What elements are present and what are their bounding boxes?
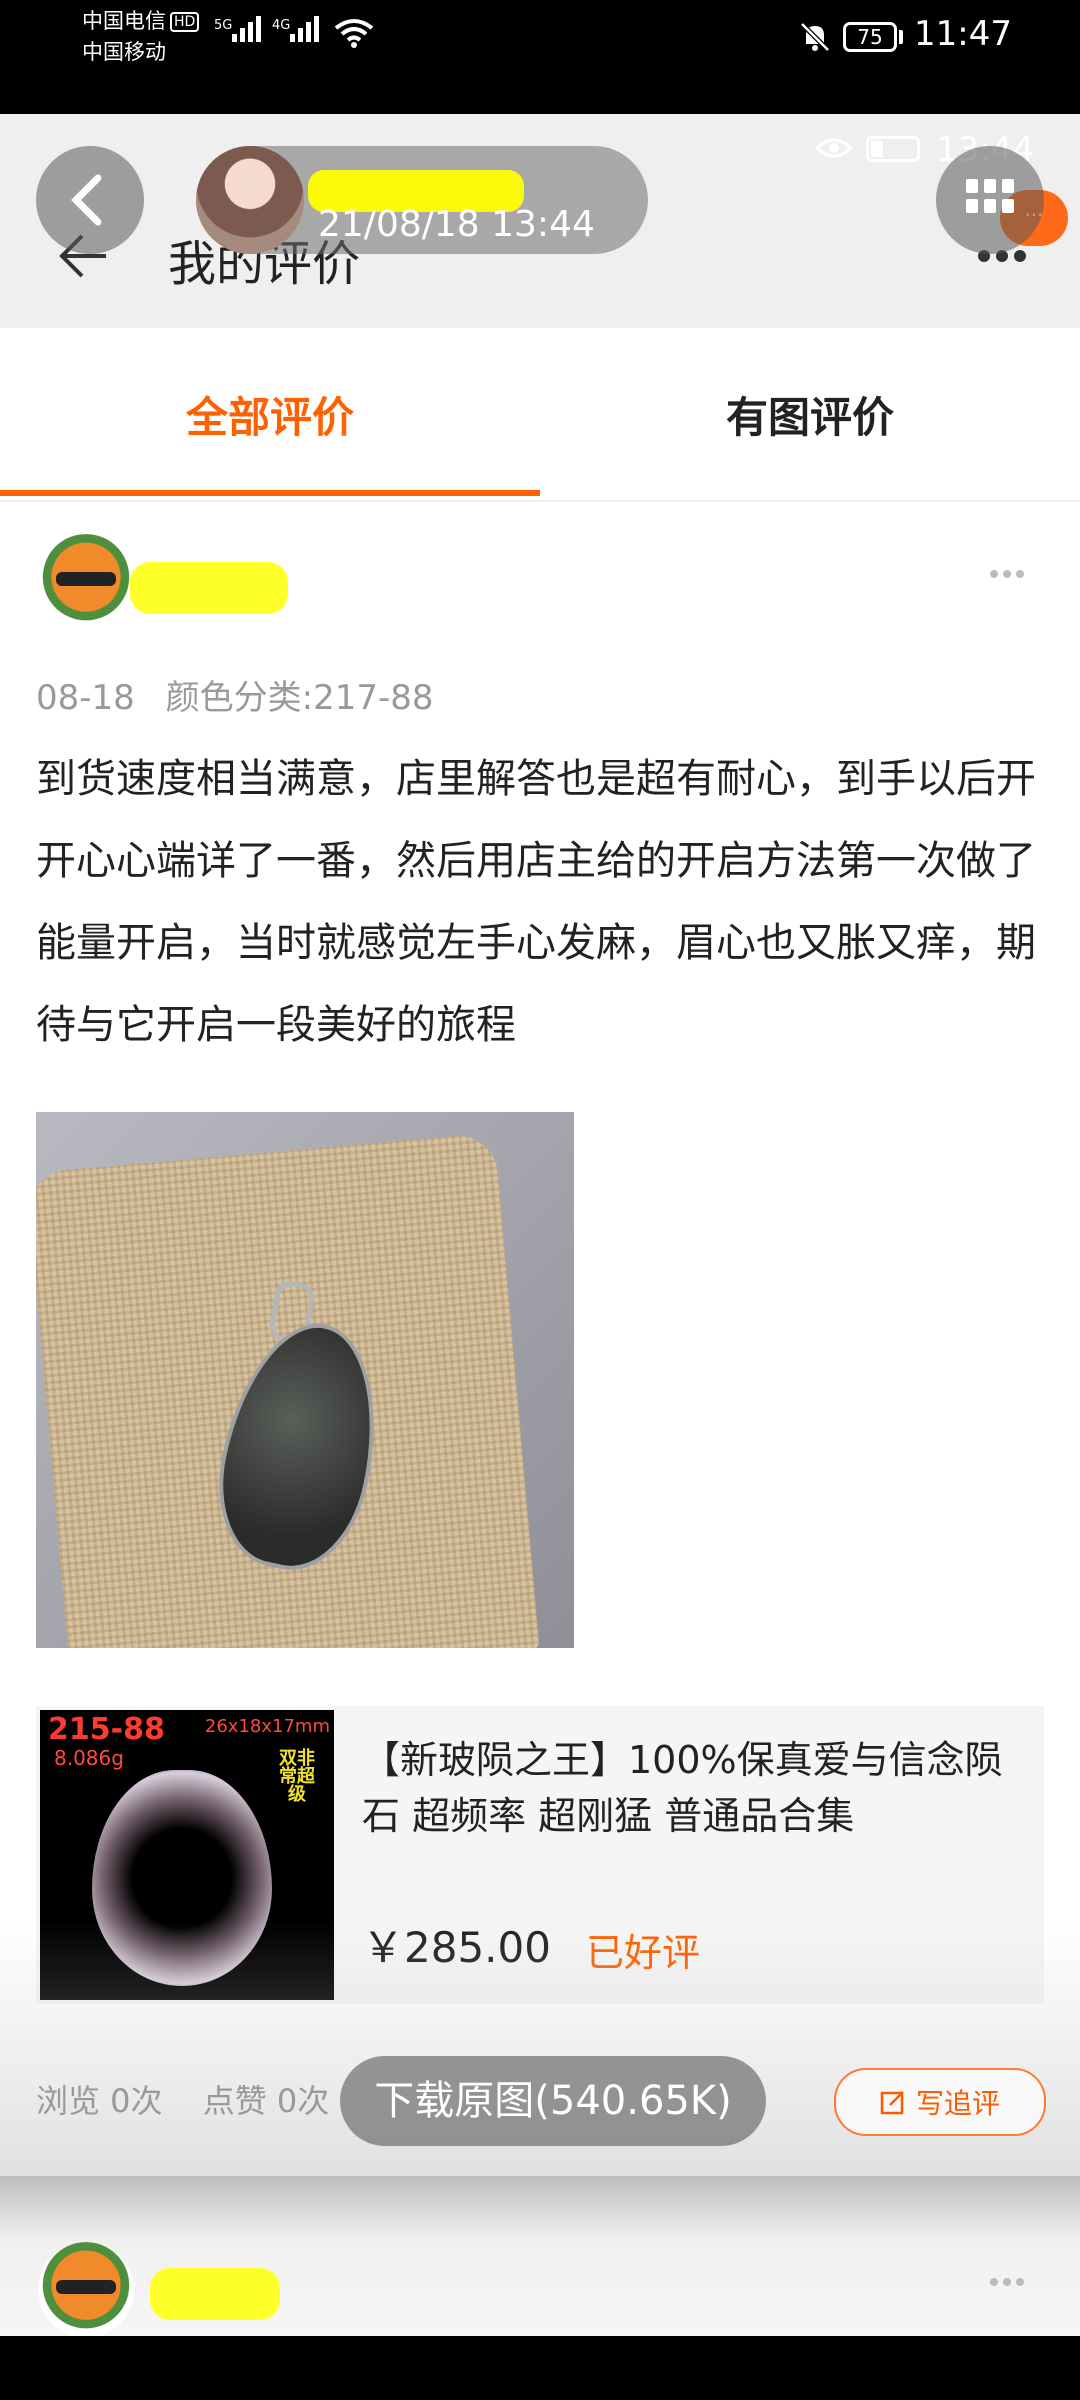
next-reviewer-name-redacted: [150, 2268, 280, 2320]
poster-avatar: [196, 146, 304, 254]
network-type-2: 4G: [272, 18, 291, 33]
write-followup-button[interactable]: 写追评: [834, 2068, 1046, 2136]
reviewer-avatar[interactable]: [38, 534, 134, 630]
review-date: 08-18: [36, 678, 135, 718]
next-review-more-icon[interactable]: [990, 2278, 1024, 2286]
review-variant: 颜色分类:217-88: [165, 678, 434, 718]
product-title: 【新玻陨之王】100%保真爱与信念陨石 超频率 超刚猛 普通品合集: [362, 1738, 1003, 1838]
hd-badge: HD: [170, 12, 200, 32]
wifi-icon: [334, 19, 374, 48]
product-image-size: 26x18x17mm: [204, 1716, 330, 1737]
poster-info-pill[interactable]: 21/08/18 13:44: [196, 146, 648, 254]
product-image-stamp: 双非常超级: [279, 1748, 315, 1805]
product-image: 215-88 8.086g 26x18x17mm 双非常超级: [40, 1710, 334, 2000]
carrier-2: 中国移动: [82, 40, 166, 64]
product-image-weight: 8.086g: [54, 1746, 124, 1770]
product-gem: [92, 1770, 272, 1986]
review-stats: 浏览 0次 点赞 0次: [36, 2076, 329, 2122]
battery-indicator: 75: [843, 22, 897, 52]
review-status: 已好评: [586, 1931, 701, 1975]
grid-icon: [966, 179, 1014, 215]
product-price: ￥285.00: [362, 1923, 551, 1972]
ghost-battery-icon: [866, 136, 920, 162]
write-followup-label: 写追评: [915, 2087, 1000, 2120]
status-clock: 11:47: [914, 14, 1012, 54]
battery-tip: [899, 30, 903, 44]
review-content: 到货速度相当满意，店里解答也是超有耐心，到手以后开开心心端详了一番，然后用店主给…: [36, 756, 1036, 1048]
eye-icon: [815, 138, 853, 158]
review-photo[interactable]: [36, 1112, 574, 1648]
view-count: 浏览 0次: [36, 2082, 163, 2120]
active-tab-indicator: [0, 490, 540, 496]
chevron-left-icon: [71, 174, 102, 226]
tab-photo-reviews[interactable]: 有图评价: [540, 328, 1080, 500]
carrier-1: 中国电信: [82, 9, 166, 33]
post-time: 21/08/18 13:44: [318, 204, 595, 245]
network-type-1: 5G: [214, 18, 233, 33]
signal-icon-2: [290, 16, 319, 42]
mute-bell-icon: [800, 22, 830, 52]
like-count: 点赞 0次: [202, 2082, 330, 2120]
tab-all-reviews[interactable]: 全部评价: [0, 328, 540, 500]
review-more-icon[interactable]: [990, 570, 1024, 578]
download-original-button[interactable]: 下载原图(540.65K): [340, 2056, 766, 2146]
product-card[interactable]: 215-88 8.086g 26x18x17mm 双非常超级 【新玻陨之王】10…: [36, 1706, 1044, 2004]
reviewer-name-redacted: [130, 562, 288, 614]
edit-icon: [880, 2091, 904, 2115]
review-meta: 08-18 颜色分类:217-88: [36, 670, 434, 719]
next-reviewer-avatar[interactable]: [38, 2242, 134, 2338]
overlay-back-button[interactable]: [36, 146, 144, 254]
system-status-bar: 中国电信 HD 中国移动 5G 4G 75 11:47: [0, 0, 1080, 114]
system-navigation-bar: [0, 2336, 1080, 2400]
carrier-info: 中国电信 HD 中国移动: [82, 6, 200, 68]
overlay-menu-button[interactable]: [936, 146, 1044, 254]
product-image-code: 215-88: [48, 1712, 165, 1747]
signal-icon: [232, 16, 261, 42]
review-tabs: 全部评价 有图评价: [0, 328, 1080, 502]
